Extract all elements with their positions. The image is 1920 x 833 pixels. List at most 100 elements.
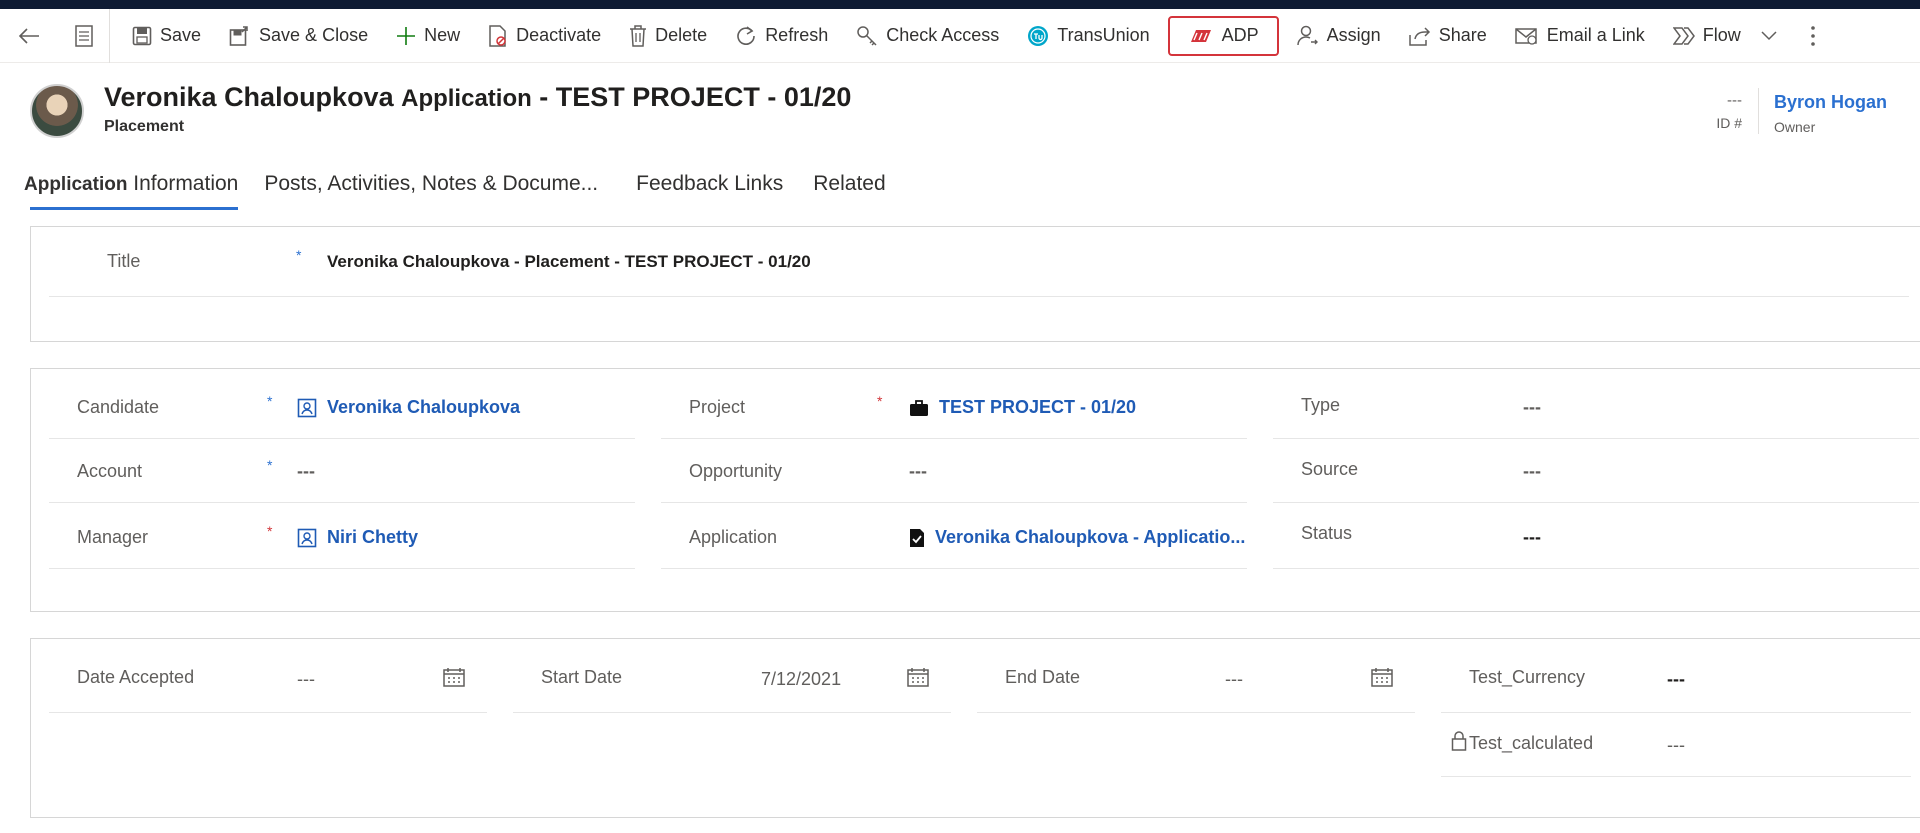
form-selector-button[interactable] bbox=[58, 8, 110, 63]
date-accepted-value[interactable]: --- bbox=[297, 669, 315, 690]
candidate-lookup[interactable]: Veronika Chaloupkova bbox=[297, 397, 520, 418]
required-indicator: * bbox=[267, 457, 273, 473]
required-indicator: * bbox=[267, 393, 273, 409]
id-label: ID # bbox=[1716, 115, 1742, 131]
share-label: Share bbox=[1438, 25, 1487, 45]
more-commands-button[interactable] bbox=[1791, 25, 1835, 47]
field-manager: Manager * Niri Chetty bbox=[49, 505, 635, 569]
opportunity-value[interactable]: --- bbox=[909, 461, 927, 482]
project-lookup[interactable]: TEST PROJECT - 01/20 bbox=[909, 397, 1136, 418]
start-date-value[interactable]: 7/12/2021 bbox=[761, 669, 841, 690]
test-currency-value[interactable]: --- bbox=[1667, 669, 1685, 690]
back-button[interactable] bbox=[0, 9, 58, 63]
email-link-button[interactable]: Email a Link bbox=[1501, 16, 1659, 56]
field-candidate: Candidate * Veronika Chaloupkova bbox=[49, 375, 635, 439]
required-indicator: * bbox=[296, 247, 302, 263]
deactivate-button[interactable]: Deactivate bbox=[474, 16, 615, 56]
transunion-button[interactable]: TransUnion bbox=[1013, 16, 1163, 56]
entity-name: Placement bbox=[104, 118, 185, 135]
save-icon bbox=[132, 26, 152, 45]
key-icon bbox=[857, 25, 877, 46]
test-calculated-label: Test_calculated bbox=[1469, 733, 1594, 753]
share-button[interactable]: Share bbox=[1395, 16, 1501, 56]
candidate-label: Candidate bbox=[77, 397, 160, 417]
header-divider bbox=[1758, 88, 1759, 134]
calendar-icon bbox=[1371, 668, 1393, 687]
save-close-label: Save & Close bbox=[259, 25, 369, 45]
title-name: Veronika Chaloupkova bbox=[104, 82, 394, 112]
refresh-button[interactable]: Refresh bbox=[721, 16, 842, 56]
type-value[interactable]: --- bbox=[1523, 397, 1541, 418]
tab-application-information-first: Application bbox=[24, 174, 128, 195]
header-id-field: --- ID # bbox=[1712, 92, 1742, 131]
required-indicator: * bbox=[877, 393, 883, 409]
test-calculated-value: --- bbox=[1667, 735, 1685, 755]
form-icon bbox=[74, 24, 93, 47]
check-access-label: Check Access bbox=[886, 25, 1000, 45]
avatar bbox=[30, 84, 84, 138]
end-date-value[interactable]: --- bbox=[1225, 669, 1243, 690]
title-application-word: Application bbox=[401, 85, 532, 112]
field-test-calculated: Test_calculated --- bbox=[1441, 713, 1911, 777]
owner-link[interactable]: Byron Hogan bbox=[1774, 92, 1887, 113]
transunion-label: TransUnion bbox=[1057, 25, 1150, 45]
tab-application-information[interactable]: Application Information bbox=[24, 166, 239, 210]
account-value[interactable]: --- bbox=[297, 461, 315, 482]
save-close-button[interactable]: Save & Close bbox=[215, 16, 382, 56]
required-indicator: * bbox=[267, 523, 273, 539]
adp-logo-icon bbox=[1190, 29, 1211, 42]
application-lookup[interactable]: Veronika Chaloupkova - Applicatio... bbox=[909, 527, 1245, 548]
title-value[interactable]: Veronika Chaloupkova - Placement - TEST … bbox=[327, 252, 811, 272]
field-date-accepted: Date Accepted --- bbox=[49, 643, 487, 713]
chevron-down-icon bbox=[1761, 30, 1777, 40]
date-accepted-label: Date Accepted bbox=[77, 667, 195, 687]
flow-icon bbox=[1672, 26, 1695, 45]
check-access-button[interactable]: Check Access bbox=[842, 16, 1013, 56]
save-close-icon bbox=[229, 25, 248, 46]
section-dates: Date Accepted --- Start Date 7/12/2021 E… bbox=[30, 638, 1920, 818]
delete-button[interactable]: Delete bbox=[615, 16, 721, 56]
more-vertical-icon bbox=[1810, 25, 1815, 46]
adp-button[interactable]: ADP bbox=[1167, 15, 1279, 56]
delete-label: Delete bbox=[655, 25, 708, 45]
header-owner-field: Byron Hogan Owner bbox=[1774, 92, 1887, 135]
page-title: Veronika Chaloupkova Application - TEST … bbox=[104, 82, 851, 113]
command-bar: Save Save & Close New Deactivate Delete … bbox=[0, 8, 1920, 63]
flow-label: Flow bbox=[1702, 25, 1741, 45]
save-label: Save bbox=[160, 25, 202, 45]
save-button[interactable]: Save bbox=[118, 16, 215, 56]
source-label: Source bbox=[1301, 459, 1359, 479]
title-label: Title bbox=[107, 251, 141, 271]
flow-button[interactable]: Flow bbox=[1659, 16, 1791, 56]
field-title: Title * Veronika Chaloupkova - Placement… bbox=[49, 227, 1909, 297]
deactivate-icon bbox=[489, 24, 506, 47]
field-type: Type --- bbox=[1273, 375, 1919, 439]
field-application: Application Veronika Chaloupkova - Appli… bbox=[661, 505, 1247, 569]
application-label: Application bbox=[689, 527, 778, 547]
field-project: Project * TEST PROJECT - 01/20 bbox=[661, 375, 1247, 439]
date-accepted-calendar-button[interactable] bbox=[443, 667, 465, 692]
manager-value: Niri Chetty bbox=[327, 527, 419, 547]
new-button[interactable]: New bbox=[382, 16, 474, 56]
calendar-icon bbox=[443, 668, 465, 687]
field-account: Account * --- bbox=[49, 439, 635, 503]
source-value[interactable]: --- bbox=[1523, 461, 1541, 482]
assign-label: Assign bbox=[1326, 25, 1381, 45]
refresh-label: Refresh bbox=[765, 25, 829, 45]
tab-posts-activities[interactable]: Posts, Activities, Notes & Docume... bbox=[264, 166, 598, 210]
application-value: Veronika Chaloupkova - Applicatio... bbox=[935, 527, 1246, 547]
email-link-label: Email a Link bbox=[1546, 25, 1645, 45]
field-status: Status --- bbox=[1273, 505, 1919, 569]
status-value[interactable]: --- bbox=[1523, 527, 1541, 548]
candidate-value: Veronika Chaloupkova bbox=[327, 397, 521, 417]
tab-related[interactable]: Related bbox=[813, 166, 885, 210]
tab-feedback-links[interactable]: Feedback Links bbox=[636, 166, 783, 210]
assign-button[interactable]: Assign bbox=[1283, 16, 1395, 56]
lock-icon bbox=[1451, 731, 1467, 756]
start-date-calendar-button[interactable] bbox=[907, 667, 929, 692]
manager-lookup[interactable]: Niri Chetty bbox=[297, 527, 418, 548]
new-label: New bbox=[424, 25, 461, 45]
status-label: Status bbox=[1301, 523, 1353, 543]
end-date-calendar-button[interactable] bbox=[1371, 667, 1393, 692]
transunion-icon bbox=[1028, 25, 1049, 46]
